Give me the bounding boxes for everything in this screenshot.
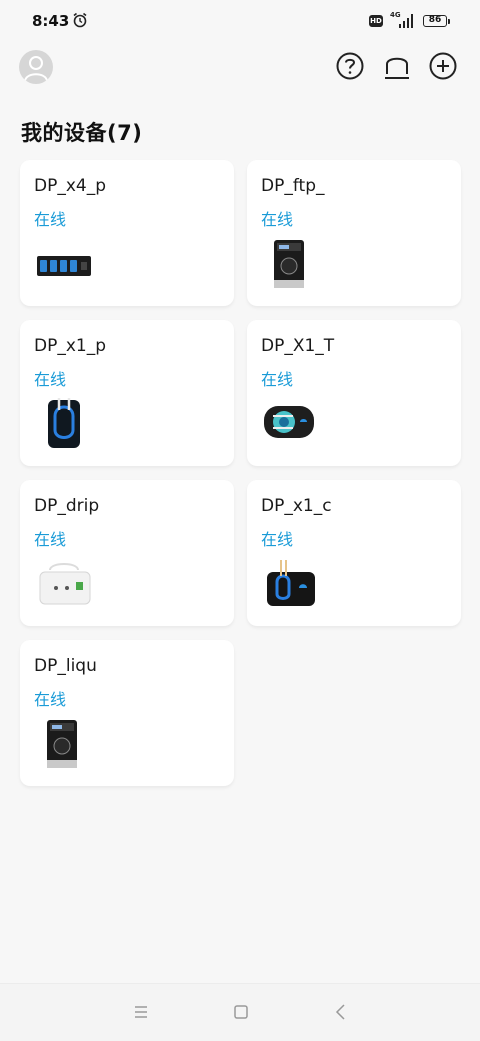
device-name: DP_ftp_ [261, 176, 325, 196]
page-title: 我的设备(7) [21, 121, 143, 145]
device-card[interactable]: DP_ftp_ 在线 [247, 160, 461, 306]
device-card[interactable]: DP_drip 在线 [20, 480, 234, 626]
peristaltic-pump-box-icon [47, 720, 77, 768]
menu-icon[interactable] [131, 1002, 151, 1022]
avatar-icon[interactable] [19, 50, 53, 84]
device-name: DP_x1_c [261, 496, 332, 516]
help-icon[interactable] [335, 51, 365, 81]
signal-bars-icon [399, 14, 413, 28]
black-pump-blue-tube-icon [267, 560, 315, 606]
device-status: 在线 [261, 210, 294, 229]
device-status: 在线 [34, 690, 67, 709]
status-time: 8:43 [32, 12, 70, 30]
four-channel-pump-icon [37, 256, 91, 276]
device-card[interactable]: DP_X1_T 在线 [247, 320, 461, 466]
battery-tip [448, 19, 450, 24]
device-status: 在线 [34, 210, 67, 229]
device-name: DP_X1_T [261, 336, 335, 356]
oval-pump-blue-icon [264, 406, 314, 438]
bell-icon[interactable] [382, 51, 412, 81]
white-drip-pump-icon [39, 563, 91, 605]
add-icon[interactable] [428, 51, 458, 81]
system-nav-bar [0, 983, 480, 1041]
alarm-clock-icon [73, 12, 87, 28]
device-card[interactable]: DP_x1_c 在线 [247, 480, 461, 626]
device-status: 在线 [34, 530, 67, 549]
device-name: DP_x4_p [34, 176, 107, 196]
device-name: DP_drip [34, 496, 100, 516]
battery-indicator: 86 [423, 15, 447, 27]
device-name: DP_liqu [34, 656, 97, 676]
device-name: DP_x1_p [34, 336, 107, 356]
single-pump-blue-tube-icon [48, 398, 80, 448]
device-status: 在线 [261, 370, 294, 389]
device-card[interactable]: DP_liqu 在线 [20, 640, 234, 786]
device-status: 在线 [261, 530, 294, 549]
home-square-icon[interactable] [231, 1002, 251, 1022]
device-card[interactable]: DP_x1_p 在线 [20, 320, 234, 466]
peristaltic-pump-box-icon [274, 240, 304, 288]
back-chevron-icon[interactable] [331, 1002, 351, 1022]
device-status: 在线 [34, 370, 67, 389]
device-card[interactable]: DP_x4_p 在线 [20, 160, 234, 306]
status-bar: 8:43 HD 4G 86 [0, 0, 480, 44]
hd-badge: HD [369, 15, 383, 27]
